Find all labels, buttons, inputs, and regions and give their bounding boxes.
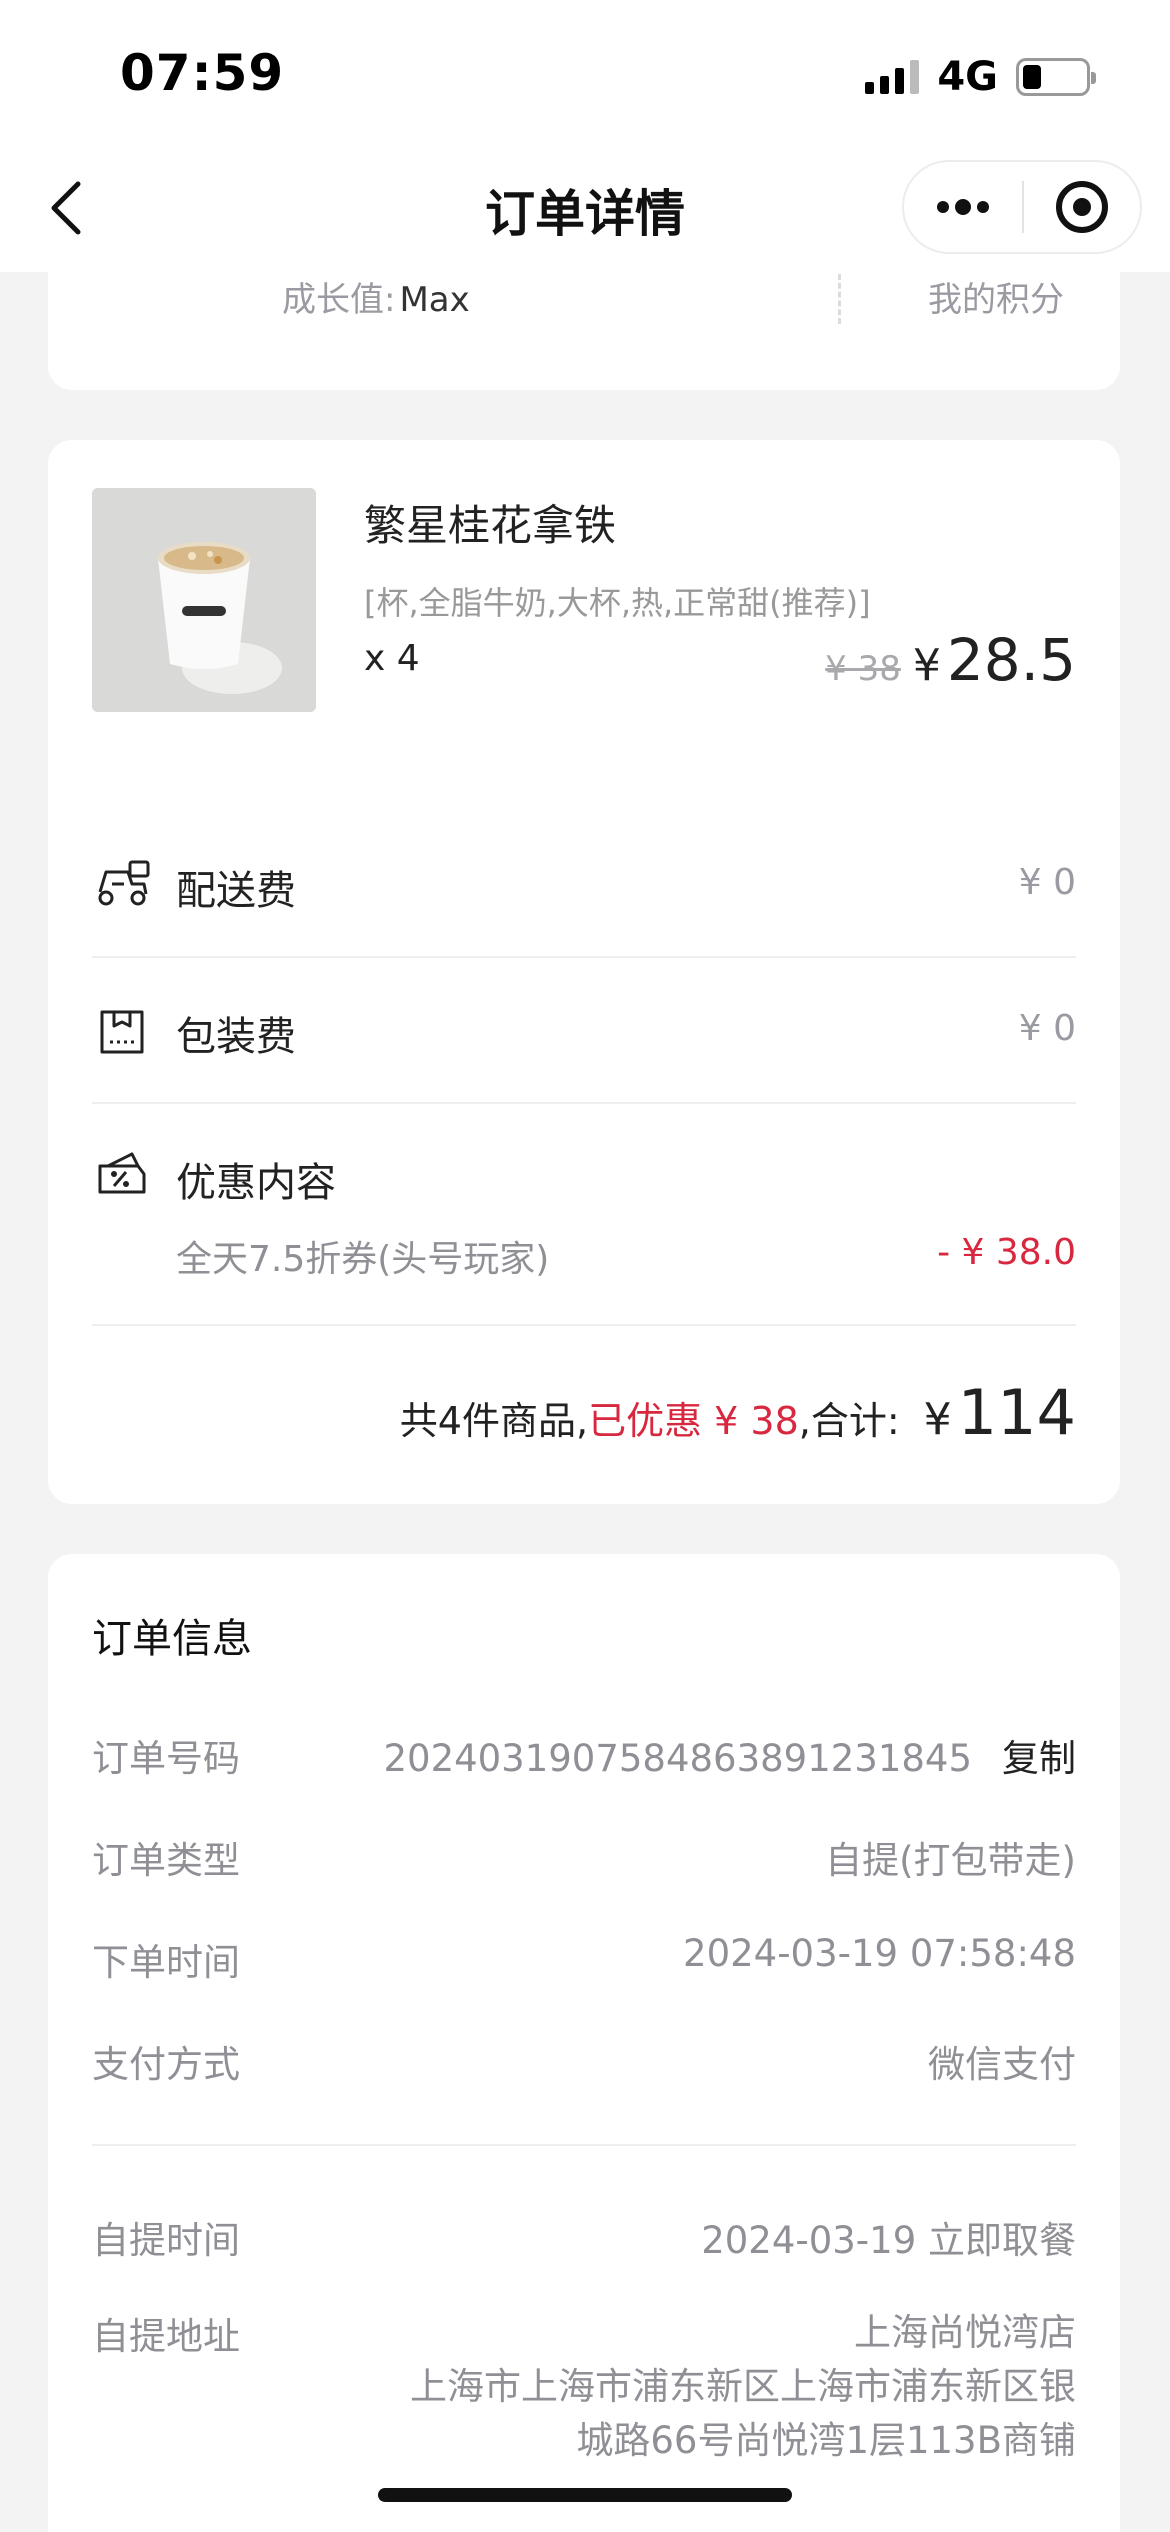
home-indicator <box>378 2488 792 2502</box>
total-currency: ¥ <box>923 1394 952 1445</box>
packing-fee-label: 包装费 <box>176 1014 296 1060</box>
pickup-address-label: 自提地址 <box>92 2315 240 2358</box>
order-type-value: 自提(打包带走) <box>825 1839 1076 1882</box>
delivery-fee-row: 配送费 ¥ 0 <box>92 812 1076 958</box>
scooter-icon <box>98 860 150 906</box>
product-name: 繁星桂花拿铁 <box>364 501 617 550</box>
delivery-fee-label: 配送费 <box>176 868 296 914</box>
order-number-value-wrap: 2024031907584863891231845 复制 <box>383 1728 1076 1782</box>
order-number-label: 订单号码 <box>92 1737 240 1780</box>
saved-amount-text: 已优惠 ¥ 38 <box>588 1399 799 1443</box>
order-time-value: 2024-03-19 07:58:48 <box>683 1932 1076 1975</box>
order-card: 繁星桂花拿铁 [杯,全脂牛奶,大杯,热,正常甜(推荐)] x 4 ¥ 38 ¥ … <box>48 440 1120 1504</box>
order-info-title: 订单信息 <box>92 1616 252 1662</box>
info-divider <box>92 2144 1076 2146</box>
package-icon <box>100 1010 144 1054</box>
pickup-address-row: 自提地址 上海尚悦湾店 上海市上海市浦东新区上海市浦东新区银 城路66号尚悦湾1… <box>92 2306 1076 2476</box>
packing-fee-amount: ¥ 0 <box>1018 1008 1076 1049</box>
payment-method-value: 微信支付 <box>928 2043 1076 2086</box>
pickup-address-value: 上海尚悦湾店 上海市上海市浦东新区上海市浦东新区银 城路66号尚悦湾1层113B… <box>410 2306 1076 2468</box>
current-price: 28.5 <box>946 626 1076 694</box>
battery-icon <box>1016 58 1096 96</box>
more-button[interactable] <box>904 162 1022 252</box>
pickup-time-value: 2024-03-19 立即取餐 <box>701 2219 1076 2262</box>
row-divider <box>92 1324 1076 1326</box>
product-quantity: x 4 <box>364 638 420 679</box>
target-icon <box>1055 181 1108 233</box>
order-type-label: 订单类型 <box>92 1839 240 1882</box>
member-divider <box>838 274 841 324</box>
product-price: ¥ 38 ¥ 28.5 <box>825 626 1076 694</box>
signal-icon <box>865 60 920 94</box>
copy-button[interactable]: 复制 <box>1002 1737 1076 1780</box>
network-type: 4G <box>937 54 998 100</box>
mini-program-capsule <box>902 160 1142 254</box>
order-info-card: 订单信息 订单号码 2024031907584863891231845 复制 订单… <box>48 1554 1120 2532</box>
growth-value: 成长值: Max <box>282 280 470 320</box>
item-count-text: 共4件商品, <box>399 1399 589 1443</box>
discount-amount: - ¥ 38.0 <box>937 1232 1076 1273</box>
currency-symbol: ¥ <box>912 640 941 691</box>
coupon-name: 全天7.5折券(头号玩家) <box>176 1239 550 1280</box>
total-amount: 114 <box>957 1376 1076 1449</box>
product-spec: [杯,全脂牛奶,大杯,热,正常甜(推荐)] <box>364 584 871 622</box>
order-number-value: 2024031907584863891231845 <box>383 1737 972 1780</box>
address-line-1: 上海市上海市浦东新区上海市浦东新区银 <box>410 2365 1076 2408</box>
discount-row: 优惠内容 全天7.5折券(头号玩家) - ¥ 38.0 <box>92 1104 1076 1326</box>
store-name: 上海尚悦湾店 <box>854 2311 1076 2354</box>
total-label: ,合计: <box>798 1399 900 1443</box>
top-bar: 07:59 4G 订单详情 <box>0 0 1170 272</box>
status-time: 07:59 <box>120 44 285 102</box>
order-time-label: 下单时间 <box>92 1941 240 1984</box>
product-image <box>92 488 316 712</box>
original-price: ¥ 38 <box>825 649 901 689</box>
status-icons: 4G <box>865 54 1096 100</box>
my-points-link[interactable]: 我的积分 <box>928 272 1064 321</box>
close-button[interactable] <box>1024 162 1140 252</box>
payment-method-label: 支付方式 <box>92 2043 240 2086</box>
address-line-2: 城路66号尚悦湾1层113B商铺 <box>576 2419 1076 2462</box>
delivery-fee-amount: ¥ 0 <box>1018 862 1076 903</box>
discount-label: 优惠内容 <box>176 1160 336 1206</box>
pickup-time-label: 自提时间 <box>92 2219 240 2262</box>
coupon-icon <box>98 1152 146 1194</box>
packing-fee-row: 包装费 ¥ 0 <box>92 958 1076 1104</box>
order-total: 共4件商品, 已优惠 ¥ 38 ,合计: ¥ 114 <box>400 1376 1076 1449</box>
